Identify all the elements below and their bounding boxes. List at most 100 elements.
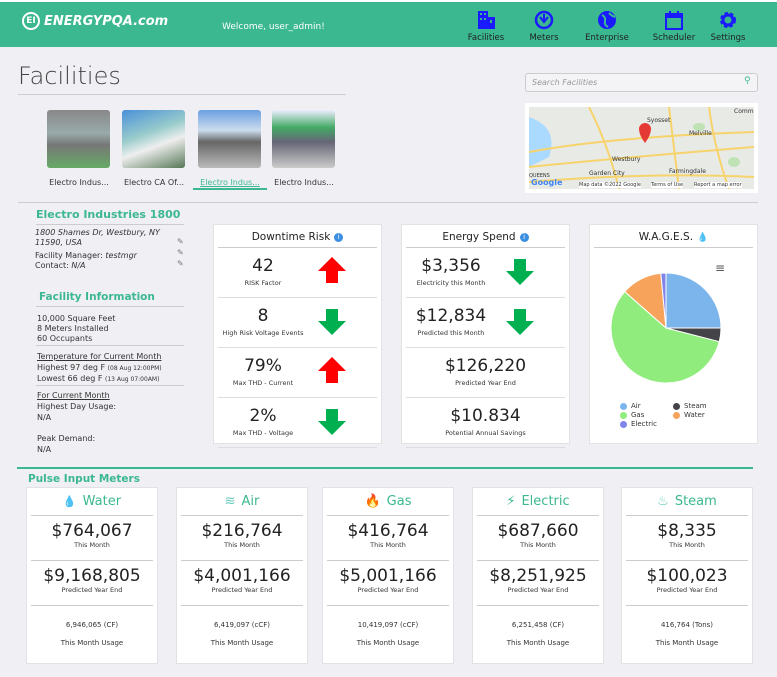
lightning-icon: ⚡ [506, 494, 516, 509]
highest-day-value: N/A [37, 413, 52, 422]
legend-label: Gas [631, 411, 645, 419]
map-label: Melville [689, 130, 712, 137]
meter-card-gas[interactable]: 🔥 Gas $416,764 This Month $5,001,166 Predic… [322, 487, 454, 664]
search-icon[interactable]: ⚲ [744, 76, 751, 86]
metric-row: $126,220 Predicted Year End [406, 348, 565, 398]
month-cost: $216,764 [201, 521, 283, 541]
highest-day-label: Highest Day Usage: [37, 402, 117, 411]
map-report-link[interactable]: Report a map error [694, 182, 742, 188]
calendar-icon [646, 10, 702, 30]
arrow-up-icon [318, 257, 346, 283]
metric-value: 42 [252, 256, 274, 276]
temp-low: Lowest 66 deg F (13 Aug 07:00AM) [37, 374, 160, 383]
month-cost: $8,335 [657, 521, 717, 541]
facility-thumbnail[interactable] [122, 110, 185, 168]
temp-high: Highest 97 deg F (08 Aug 12:00PM) [37, 363, 162, 372]
legend-item[interactable]: Electric [620, 420, 657, 428]
divider [17, 467, 753, 469]
building-icon [458, 10, 514, 30]
legend-label: Air [631, 402, 641, 410]
gear-icon [700, 10, 756, 30]
divider [18, 94, 346, 95]
metric-value: 2% [249, 406, 277, 426]
steam-icon: ♨ [657, 494, 669, 509]
edit-address-icon[interactable]: ✎ [177, 237, 184, 247]
usage-label: This Month Usage [655, 639, 719, 647]
meter-card-steam[interactable]: ♨ Steam $8,335 This Month $100,023 Predicte… [621, 487, 753, 664]
nav-settings[interactable]: Settings [700, 10, 756, 43]
meter-card-water[interactable]: 💧 Water $764,067 This Month $9,168,805 Pred… [26, 487, 158, 664]
usage-label: This Month Usage [356, 639, 420, 647]
legend-item[interactable]: Steam [673, 402, 707, 410]
meter-card-electric[interactable]: ⚡ Electric $687,660 This Month $8,251,925 P… [472, 487, 604, 664]
pie-slice-air[interactable] [665, 272, 722, 329]
legend-dot [673, 402, 680, 410]
top-header: EI ENERGYPQA.com Welcome, user_admin! Fac… [0, 0, 777, 47]
temperature-title: Temperature for Current Month [37, 352, 162, 361]
google-logo: Google [531, 178, 563, 187]
facility-label[interactable]: Electro Indus... [264, 178, 344, 187]
facility-thumbnail[interactable] [272, 110, 335, 168]
meter-name: Water [82, 494, 122, 509]
metric-row: $12,834 Predicted this Month [406, 298, 565, 348]
facility-label[interactable]: Electro CA Of... [114, 178, 194, 187]
meter-name: Air [241, 494, 260, 509]
facility-address: 1800 Shames Dr, Westbury, NY 11590, USA [35, 228, 160, 247]
meter-card-air[interactable]: ≋ Air $216,764 This Month $4,001,166 Predic… [176, 487, 308, 664]
meter-name: Gas [386, 494, 412, 509]
info-icon[interactable]: i [334, 233, 344, 242]
facility-info-title: Facility Information [39, 291, 155, 303]
water-drop-icon: 💧 [62, 495, 77, 508]
energy-spend-card: Energy Spend i $3,356 Electricity this Mon… [401, 224, 570, 448]
pulse-title: Pulse Input Meters [28, 473, 140, 485]
map-terms-link[interactable]: Terms of Use [651, 182, 684, 188]
card-title: Downtime Risk [251, 231, 331, 243]
meter-name: Steam [674, 494, 717, 509]
usage-label: This Month Usage [60, 639, 124, 647]
metric-label: Potential Annual Savings [445, 429, 526, 437]
usage-value: 6,946,065 (CF) [65, 621, 119, 629]
legend-label: Steam [684, 402, 707, 410]
globe-icon [579, 10, 635, 30]
month-label: This Month [520, 541, 556, 549]
facility-label[interactable]: Electro Indus... [39, 178, 119, 187]
legend-item[interactable]: Water [673, 411, 705, 419]
legend-item[interactable]: Air [620, 402, 641, 410]
info-icon[interactable]: i [519, 233, 529, 242]
map[interactable]: Syosset Melville Westbury Garden City Fa… [525, 103, 758, 193]
usage-label: This Month Usage [210, 639, 274, 647]
occupants: 60 Occupants [37, 334, 93, 343]
facility-label[interactable]: Electro Indus... [190, 178, 270, 187]
nav-scheduler[interactable]: Scheduler [646, 10, 702, 43]
usage-value: 416,764 (Tons) [660, 621, 714, 629]
metric-value: 79% [244, 356, 282, 376]
legend-item[interactable]: Gas [620, 411, 644, 419]
wind-icon: ≋ [224, 494, 236, 509]
nav-meters[interactable]: Meters [516, 10, 572, 43]
facility-thumbnail[interactable] [47, 110, 110, 168]
nav-facilities[interactable]: Facilities [458, 10, 514, 43]
arrow-up-icon [318, 357, 346, 383]
month-label: This Month [224, 541, 260, 549]
nav-label: Enterprise [585, 33, 629, 43]
welcome-text: Welcome, user_admin! [222, 22, 325, 32]
metric-row: 2% Max THD - Voltage [218, 398, 377, 448]
legend-dot [673, 411, 680, 419]
nav-enterprise[interactable]: Enterprise [579, 10, 635, 43]
divider [18, 202, 758, 203]
edit-manager-icon[interactable]: ✎ [177, 248, 184, 258]
metric-row: 79% Max THD - Current [218, 348, 377, 398]
year-label: Predicted Year End [211, 586, 273, 594]
peak-demand-label: Peak Demand: [37, 434, 96, 443]
month-label: This Month [370, 541, 406, 549]
search-input[interactable]: Search Facilities [525, 73, 758, 92]
year-label: Predicted Year End [656, 586, 718, 594]
card-title: Energy Spend [442, 231, 516, 243]
metric-label: Predicted Year End [455, 379, 516, 387]
map-roads [529, 107, 754, 189]
usage-value: 6,419,097 (cCF) [213, 621, 271, 629]
edit-contact-icon[interactable]: ✎ [177, 259, 184, 269]
year-cost: $100,023 [646, 566, 728, 586]
logo[interactable]: EI ENERGYPQA.com [22, 12, 168, 30]
facility-thumbnail[interactable] [198, 110, 261, 168]
